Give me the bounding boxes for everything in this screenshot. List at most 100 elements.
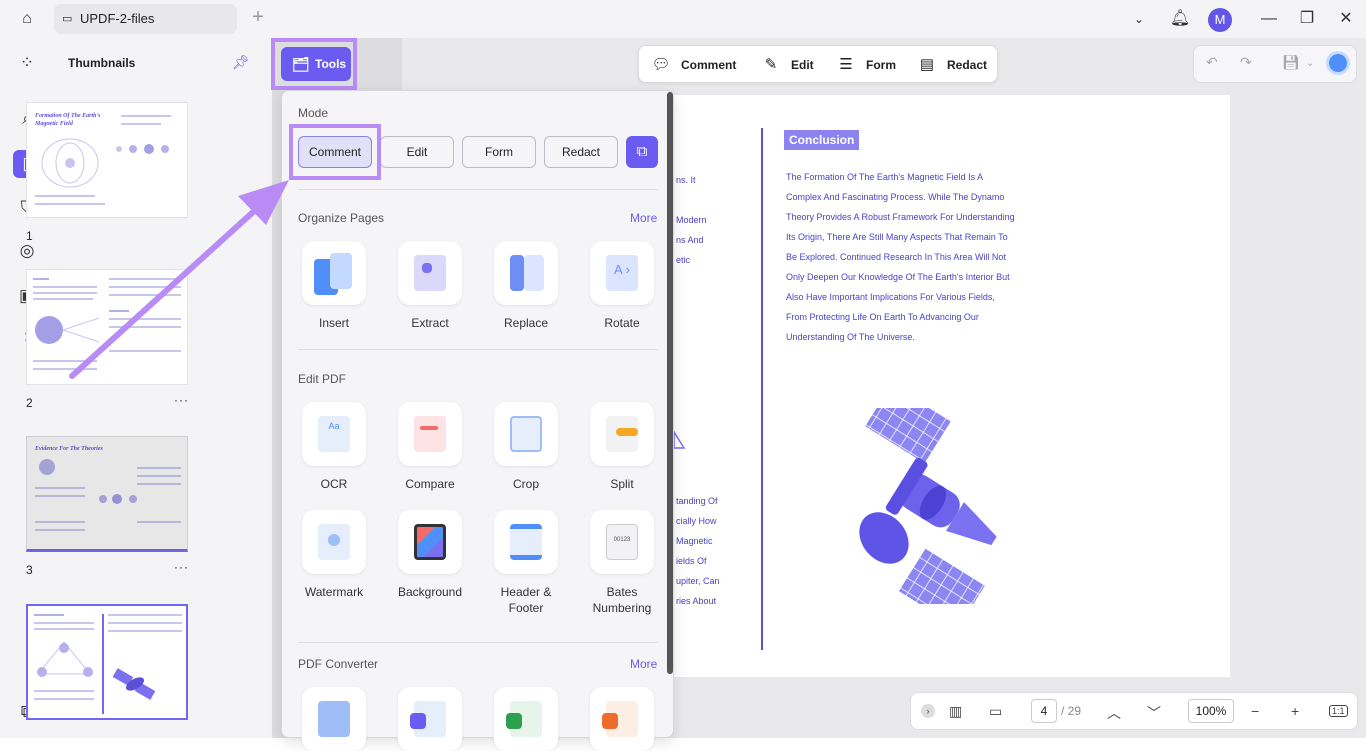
replace-label: Replace xyxy=(503,316,549,330)
toolbar-comment-label: Comment xyxy=(681,58,737,72)
paragraph-line: The Formation Of The Earth's Magnetic Fi… xyxy=(786,172,984,182)
split-tool[interactable]: Split xyxy=(574,402,670,492)
left-column-fragment: tanding Of xyxy=(676,496,718,506)
bell-icon[interactable]: 🔔︎ xyxy=(1167,6,1193,32)
convert-word-tool[interactable] xyxy=(382,687,478,751)
converter-section-title: PDF Converter xyxy=(298,657,379,671)
new-tab-button[interactable]: + xyxy=(248,6,268,29)
thumbnail-heading: Formation Of The Earth's Magnetic Field xyxy=(35,113,101,127)
convert-powerpoint-tool[interactable] xyxy=(574,687,670,751)
zoom-level-input[interactable]: 100% xyxy=(1188,699,1234,723)
rotate-label: Rotate xyxy=(604,316,640,330)
zoom-in-button[interactable]: + xyxy=(1291,703,1299,719)
insert-tool[interactable]: Insert xyxy=(286,241,382,331)
comment-icon: ▭ xyxy=(62,13,73,25)
left-column-fragment: ries About xyxy=(676,596,717,606)
image-file-icon xyxy=(318,701,350,737)
close-button[interactable]: ✕ xyxy=(1333,6,1359,32)
extract-icon xyxy=(414,255,446,291)
maximize-button[interactable]: ❐ xyxy=(1294,6,1320,32)
organize-section-title: Organize Pages xyxy=(298,211,385,225)
thumbnail-page-2[interactable] xyxy=(26,269,188,385)
page-number-1: 1 xyxy=(26,229,33,243)
paragraph-line: Only Deepen Our Knowledge Of The Earth's… xyxy=(786,272,1010,282)
page-layout-icon[interactable]: ▥ xyxy=(949,703,962,720)
paragraph-line: Theory Provides A Robust Framework For U… xyxy=(786,212,1015,222)
previous-page-button[interactable]: ︿ xyxy=(1107,703,1121,723)
thumbnail-page-1[interactable]: Formation Of The Earth's Magnetic Field xyxy=(26,102,188,218)
home-icon[interactable]: ⌂ xyxy=(14,6,40,32)
toolbar-form-button[interactable]: ☰ Form xyxy=(836,46,896,84)
background-tool[interactable]: Background xyxy=(382,510,478,600)
ai-assistant-icon[interactable] xyxy=(1326,51,1350,75)
page-divider-line xyxy=(761,128,763,650)
bates-numbering-label: Bates Numbering xyxy=(592,585,652,615)
thumbnail-diagram xyxy=(36,641,93,677)
chevron-down-icon[interactable]: ⌄ xyxy=(1306,58,1314,69)
left-column-fragment: upiter, Can xyxy=(676,576,720,586)
left-column-fragment: cially How xyxy=(676,516,717,526)
page-number-3: 3 xyxy=(26,563,33,577)
rotate-tool[interactable]: A › Rotate xyxy=(574,241,670,331)
header-footer-tool[interactable]: Header & Footer xyxy=(478,510,574,616)
thumbnails-title: Thumbnails xyxy=(68,56,136,70)
convert-image-tool[interactable] xyxy=(286,687,382,751)
comment-icon: 💬︎ xyxy=(651,56,671,73)
avatar[interactable]: M xyxy=(1208,8,1232,32)
thumbnail-page-4[interactable] xyxy=(26,604,188,720)
presentation-icon[interactable]: ▭ xyxy=(989,703,1002,720)
word-icon xyxy=(410,713,426,729)
title-bar: ⌂ ▭ UPDF-2-files + ⌄ 🔔︎ M — ❐ ✕ xyxy=(0,0,1366,38)
paragraph-line: From Protecting Life On Earth To Advanci… xyxy=(786,312,979,322)
pin-icon[interactable]: 📌︎ xyxy=(232,54,250,71)
ocr-tool[interactable]: Aa OCR xyxy=(286,402,382,492)
paragraph-line: Also Have Important Implications For Var… xyxy=(786,292,995,302)
next-page-button[interactable]: ﹀ xyxy=(1147,703,1161,723)
left-column-fragment: Magnetic xyxy=(676,536,713,546)
compare-icon xyxy=(414,416,446,452)
toolbar-edit-button[interactable]: ✎ Edit xyxy=(761,46,814,84)
extract-tool[interactable]: Extract xyxy=(382,241,478,331)
mode-edit-button[interactable]: Edit xyxy=(380,136,454,168)
paragraph-line: Its Origin, There Are Still Many Aspects… xyxy=(786,232,1008,242)
compare-tool[interactable]: Compare xyxy=(382,402,478,492)
watermark-tool[interactable]: Watermark xyxy=(286,510,382,600)
save-icon[interactable]: 💾︎ xyxy=(1282,54,1300,71)
crop-tool[interactable]: Crop xyxy=(478,402,574,492)
actual-size-button[interactable]: 1:1 xyxy=(1329,705,1348,717)
document-tab[interactable]: ▭ UPDF-2-files xyxy=(54,4,237,34)
comment-mode-highlight xyxy=(289,124,381,180)
split-label: Split xyxy=(610,477,634,491)
minimize-button[interactable]: — xyxy=(1256,6,1282,32)
collapse-icon[interactable]: › xyxy=(921,704,935,718)
bates-numbering-tool[interactable]: 00123 Bates Numbering xyxy=(574,510,670,616)
redo-icon[interactable]: ↷ xyxy=(1240,54,1252,71)
edit-pdf-section-title: Edit PDF xyxy=(298,372,347,386)
paragraph-line: Be Explored. Continued Research In This … xyxy=(786,252,1006,262)
page-2-more-button[interactable]: ··· xyxy=(174,393,189,407)
document-tab-title: UPDF-2-files xyxy=(80,11,155,26)
toolbar-comment-button[interactable]: 💬︎ Comment xyxy=(651,46,736,84)
edit-icon: ✎ xyxy=(764,56,778,73)
apps-icon[interactable]: ⁘ xyxy=(13,49,41,77)
convert-excel-tool[interactable] xyxy=(478,687,574,751)
chevron-down-icon[interactable]: ⌄ xyxy=(1126,6,1152,32)
crop-icon xyxy=(510,416,542,452)
mode-section-title: Mode xyxy=(298,106,329,120)
section-heading: Conclusion xyxy=(784,130,860,150)
page-number-input[interactable]: 4 xyxy=(1031,699,1057,723)
mode-redact-button[interactable]: Redact xyxy=(544,136,618,168)
insert-label: Insert xyxy=(318,316,349,330)
open-external-icon[interactable]: ⧉ xyxy=(626,136,658,168)
zoom-out-button[interactable]: − xyxy=(1251,703,1259,719)
compare-label: Compare xyxy=(405,477,455,491)
converter-more-link[interactable]: More xyxy=(630,657,657,671)
organize-more-link[interactable]: More xyxy=(630,211,657,225)
undo-icon[interactable]: ↶ xyxy=(1206,54,1218,71)
replace-tool[interactable]: Replace xyxy=(478,241,574,331)
left-column-fragment: ns And xyxy=(676,235,704,245)
toolbar-redact-button[interactable]: ▤ Redact xyxy=(917,46,987,84)
page-3-more-button[interactable]: ··· xyxy=(174,560,189,574)
mode-form-button[interactable]: Form xyxy=(462,136,536,168)
watermark-label: Watermark xyxy=(304,585,364,599)
